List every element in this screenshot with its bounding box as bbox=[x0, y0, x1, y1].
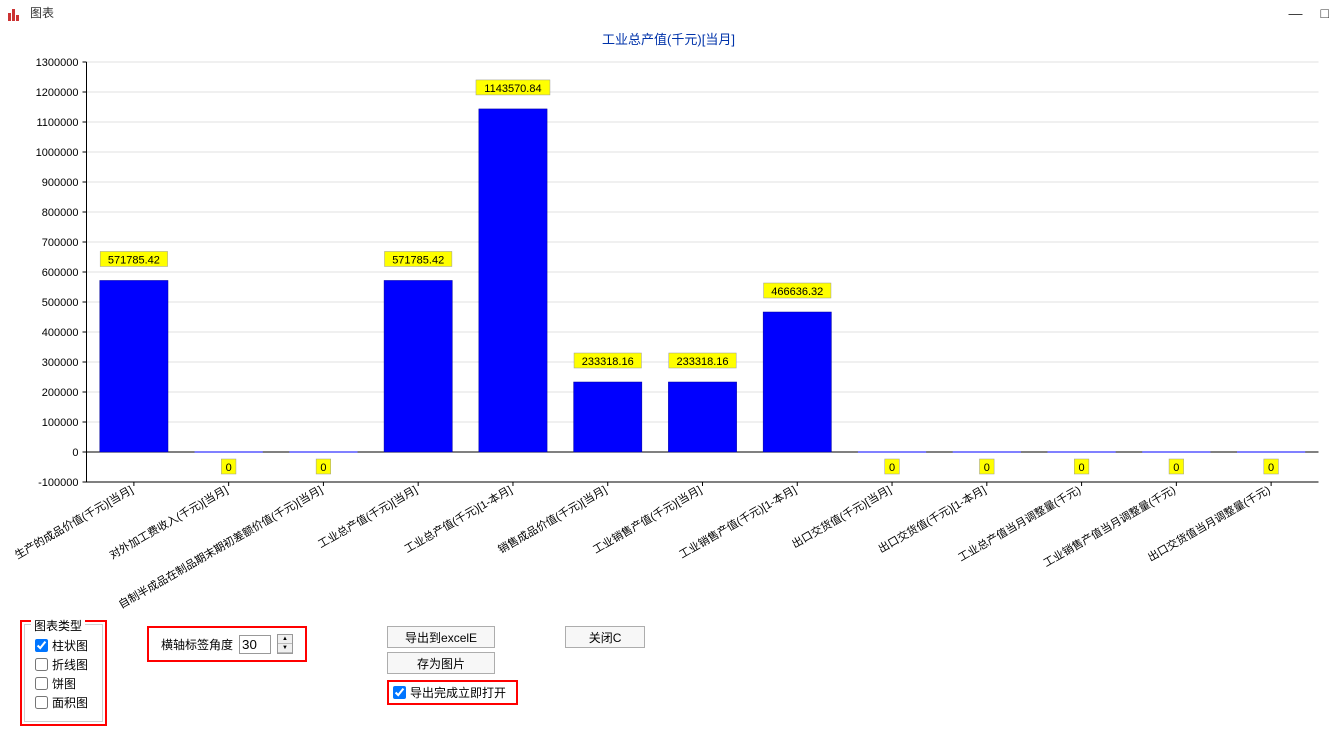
svg-text:1200000: 1200000 bbox=[36, 87, 79, 99]
svg-text:233318.16: 233318.16 bbox=[677, 356, 729, 368]
action-buttons: 导出到excelE 关闭C 存为图片 导出完成立即打开 bbox=[387, 626, 645, 707]
svg-text:自制半成品在制品期末期初差额价值(千元)[当月]: 自制半成品在制品期末期初差额价值(千元)[当月] bbox=[116, 482, 325, 611]
bar-chart-label: 柱状图 bbox=[52, 637, 88, 654]
chart-type-group: 图表类型 柱状图 折线图 饼图 面积图 bbox=[20, 620, 107, 726]
svg-text:1300000: 1300000 bbox=[36, 57, 79, 69]
svg-text:466636.32: 466636.32 bbox=[771, 286, 823, 298]
chart-title: 工业总产值(千元)[当月] bbox=[6, 29, 1331, 48]
svg-text:0: 0 bbox=[984, 462, 990, 474]
window-controls: — □ bbox=[1289, 5, 1329, 21]
line-chart-label: 折线图 bbox=[52, 656, 88, 673]
pie-chart-checkbox[interactable]: 饼图 bbox=[35, 675, 88, 692]
minimize-button[interactable]: — bbox=[1289, 5, 1303, 21]
xaxis-angle-group: 横轴标签角度 ▲ ▼ bbox=[147, 626, 307, 662]
svg-text:900000: 900000 bbox=[42, 177, 79, 189]
svg-text:出口交货值(千元)[当月]: 出口交货值(千元)[当月] bbox=[789, 482, 893, 550]
open-after-export-check-input[interactable] bbox=[393, 686, 406, 699]
angle-spinner-down[interactable]: ▼ bbox=[278, 644, 292, 653]
line-chart-check-input[interactable] bbox=[35, 658, 48, 671]
pie-chart-check-input[interactable] bbox=[35, 677, 48, 690]
save-image-button[interactable]: 存为图片 bbox=[387, 652, 495, 674]
area-chart-check-input[interactable] bbox=[35, 696, 48, 709]
svg-text:600000: 600000 bbox=[42, 267, 79, 279]
area-chart-checkbox[interactable]: 面积图 bbox=[35, 694, 88, 711]
svg-text:1143570.84: 1143570.84 bbox=[484, 83, 541, 95]
svg-text:571785.42: 571785.42 bbox=[108, 254, 160, 266]
svg-text:233318.16: 233318.16 bbox=[582, 356, 634, 368]
svg-text:500000: 500000 bbox=[42, 297, 79, 309]
svg-text:1100000: 1100000 bbox=[36, 117, 78, 129]
chart-container: 工业总产值(千元)[当月] -100000 0 100000 200000 300000… bbox=[0, 25, 1337, 612]
xaxis-angle-input[interactable] bbox=[239, 635, 271, 654]
svg-text:0: 0 bbox=[889, 462, 895, 474]
open-after-export-label: 导出完成立即打开 bbox=[410, 684, 506, 701]
svg-text:0: 0 bbox=[320, 462, 326, 474]
svg-text:400000: 400000 bbox=[42, 327, 79, 339]
chart-svg: -100000 0 100000 200000 300000 400000 500000 60… bbox=[6, 52, 1331, 612]
open-after-export-checkbox[interactable]: 导出完成立即打开 bbox=[387, 680, 518, 705]
area-chart-label: 面积图 bbox=[52, 694, 88, 711]
xaxis-angle-label: 横轴标签角度 bbox=[161, 636, 233, 653]
svg-text:571785.42: 571785.42 bbox=[392, 254, 444, 266]
bar-chart-checkbox[interactable]: 柱状图 bbox=[35, 637, 88, 654]
bar-chart-check-input[interactable] bbox=[35, 639, 48, 652]
svg-text:0: 0 bbox=[72, 447, 78, 459]
angle-spinner-up[interactable]: ▲ bbox=[278, 635, 292, 644]
export-excel-button[interactable]: 导出到excelE bbox=[387, 626, 495, 648]
svg-text:800000: 800000 bbox=[42, 207, 79, 219]
svg-text:300000: 300000 bbox=[42, 357, 79, 369]
window-title: 图表 bbox=[30, 4, 54, 21]
svg-text:0: 0 bbox=[1268, 462, 1274, 474]
svg-text:0: 0 bbox=[1173, 462, 1179, 474]
svg-text:1000000: 1000000 bbox=[36, 147, 79, 159]
chart-type-legend: 图表类型 bbox=[31, 617, 85, 634]
svg-text:0: 0 bbox=[226, 462, 232, 474]
pie-chart-label: 饼图 bbox=[52, 675, 76, 692]
chart-app-icon bbox=[8, 5, 24, 21]
controls-area: 图表类型 柱状图 折线图 饼图 面积图 横轴标签角度 ▲ ▼ bbox=[0, 612, 1337, 734]
line-chart-checkbox[interactable]: 折线图 bbox=[35, 656, 88, 673]
maximize-button[interactable]: □ bbox=[1321, 5, 1329, 21]
title-bar: 图表 — □ bbox=[0, 0, 1337, 25]
svg-text:工业总产值(千元)[当月]: 工业总产值(千元)[当月] bbox=[315, 482, 419, 550]
svg-text:700000: 700000 bbox=[42, 237, 79, 249]
angle-spinner: ▲ ▼ bbox=[277, 634, 293, 654]
svg-text:100000: 100000 bbox=[42, 417, 79, 429]
svg-text:-100000: -100000 bbox=[38, 477, 78, 489]
plot-area: -100000 0 100000 200000 300000 400000 500000 60… bbox=[6, 52, 1331, 612]
svg-text:200000: 200000 bbox=[42, 387, 79, 399]
close-button[interactable]: 关闭C bbox=[565, 626, 645, 648]
svg-text:0: 0 bbox=[1079, 462, 1085, 474]
